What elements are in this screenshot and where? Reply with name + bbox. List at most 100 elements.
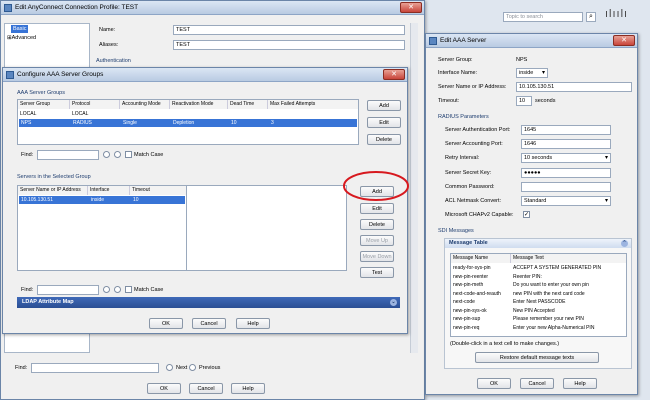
- tree-item-advanced[interactable]: ⊞Advanced: [7, 34, 36, 42]
- main-help-button[interactable]: Help: [231, 383, 265, 394]
- topic-search-input[interactable]: Topic to search: [503, 12, 583, 22]
- column-header: Message Name: [451, 254, 511, 263]
- aaa-groups-close-button[interactable]: ✕: [383, 69, 405, 80]
- groups-find-next-icon[interactable]: [103, 151, 110, 158]
- ip-address-label: Server Name or IP Address:: [438, 84, 507, 90]
- column-header: Timeout: [130, 186, 186, 195]
- groups-find-label: Find:: [21, 152, 34, 158]
- message-table: Message Name Message Text ready-for-sys-pi…: [450, 253, 627, 337]
- previous-arrow-icon[interactable]: [189, 364, 196, 371]
- groups-find-prev-icon[interactable]: [114, 151, 121, 158]
- column-header: Interface: [88, 186, 130, 195]
- name-field[interactable]: TEST: [173, 25, 405, 35]
- table-row[interactable]: [451, 324, 626, 332]
- column-header: Max Failed Attempts: [268, 100, 358, 109]
- auth-port-field[interactable]: 1645: [521, 125, 611, 135]
- table-row[interactable]: [451, 290, 626, 298]
- chapv2-checkbox[interactable]: ✓: [523, 211, 530, 218]
- next-label[interactable]: Next: [176, 365, 187, 371]
- column-header: Message Text: [511, 254, 626, 263]
- aaa-groups-cancel-button[interactable]: Cancel: [192, 318, 226, 329]
- next-arrow-icon[interactable]: [166, 364, 173, 371]
- main-ok-button[interactable]: OK: [147, 383, 181, 394]
- aaa-groups-title: Configure AAA Server Groups: [17, 71, 104, 78]
- table-row-selected[interactable]: 10.105.130.51 inside 10: [19, 196, 185, 204]
- table-row[interactable]: [451, 273, 626, 281]
- message-table-header-bar[interactable]: Message Table ⌃: [445, 239, 631, 248]
- secret-key-label: Server Secret Key:: [445, 170, 492, 176]
- timeout-label: Timeout:: [438, 98, 460, 104]
- aaa-groups-help-button[interactable]: Help: [236, 318, 270, 329]
- main-cancel-button[interactable]: Cancel: [189, 383, 223, 394]
- retry-interval-select[interactable]: 10 seconds: [521, 153, 611, 163]
- secret-key-field[interactable]: ●●●●●: [521, 168, 611, 178]
- edit-aaa-help-button[interactable]: Help: [563, 378, 597, 389]
- acl-netmask-select[interactable]: Standard: [521, 196, 611, 206]
- aliases-field[interactable]: TEST: [173, 40, 405, 50]
- common-password-field[interactable]: [521, 182, 611, 192]
- collapse-chevron-icon[interactable]: ⌃: [621, 240, 628, 247]
- table-cell: 10: [231, 119, 237, 126]
- table-row[interactable]: [451, 315, 626, 323]
- main-find-label: Find:: [15, 365, 28, 371]
- aaa-groups-ok-button[interactable]: OK: [149, 318, 183, 329]
- servers-find-prev-icon[interactable]: [114, 286, 121, 293]
- edit-aaa-cancel-button[interactable]: Cancel: [520, 378, 554, 389]
- server-move-up-button[interactable]: Move Up: [360, 235, 394, 246]
- table-cell: 3: [271, 119, 274, 126]
- edit-aaa-ok-button[interactable]: OK: [477, 378, 511, 389]
- server-group-label: Server Group:: [438, 57, 473, 63]
- servers-find-input[interactable]: [37, 285, 99, 295]
- sdi-messages-section: SDI Messages: [438, 228, 474, 234]
- column-header: Protocol: [70, 100, 120, 109]
- groups-match-case-checkbox[interactable]: [125, 151, 132, 158]
- servers-find-next-icon[interactable]: [103, 286, 110, 293]
- table-row[interactable]: [451, 281, 626, 289]
- server-move-down-button[interactable]: Move Down: [360, 251, 394, 262]
- restore-defaults-button[interactable]: Restore default message texts: [475, 352, 599, 363]
- main-scrollbar[interactable]: [410, 23, 418, 353]
- previous-label[interactable]: Previous: [199, 365, 220, 371]
- message-table-title: Message Table: [449, 240, 488, 246]
- interface-label: Interface Name:: [438, 70, 478, 76]
- dialog-icon: [6, 71, 14, 79]
- table-row[interactable]: [18, 110, 358, 118]
- servers-selected-group-section: Servers in the Selected Group: [17, 174, 91, 180]
- table-row-selected[interactable]: NPS RADIUS Single Depletion 10 3: [19, 118, 357, 127]
- server-test-button[interactable]: Test: [360, 267, 394, 278]
- auth-port-label: Server Authentication Port:: [445, 127, 511, 133]
- group-add-button[interactable]: Add: [367, 100, 401, 111]
- table-row[interactable]: [451, 307, 626, 315]
- table-cell: 10: [133, 197, 139, 203]
- group-edit-button[interactable]: Edit: [367, 117, 401, 128]
- table-cell: inside: [91, 197, 105, 203]
- table-row[interactable]: [451, 264, 626, 272]
- edit-aaa-close-button[interactable]: ✕: [613, 35, 635, 46]
- timeout-field[interactable]: 10: [516, 96, 532, 106]
- acct-port-label: Server Accounting Port:: [445, 141, 503, 147]
- ldap-attribute-map-bar[interactable]: LDAP Attribute Map ⌄: [17, 297, 400, 308]
- server-edit-button[interactable]: Edit: [360, 203, 394, 214]
- interface-select[interactable]: inside: [516, 68, 548, 78]
- search-icon[interactable]: ⌕: [586, 12, 596, 22]
- aaa-server-groups-section: AAA Server Groups: [17, 90, 65, 96]
- server-delete-button[interactable]: Delete: [360, 219, 394, 230]
- main-find-input[interactable]: [31, 363, 159, 373]
- column-header: Dead Time: [228, 100, 268, 109]
- groups-match-case-label: Match Case: [134, 152, 164, 158]
- column-header: Server Name or IP Address: [18, 186, 88, 195]
- groups-find-input[interactable]: [37, 150, 99, 160]
- acct-port-field[interactable]: 1646: [521, 139, 611, 149]
- main-close-button[interactable]: ✕: [400, 2, 422, 13]
- group-delete-button[interactable]: Delete: [367, 134, 401, 145]
- collapse-chevron-icon[interactable]: ⌄: [390, 299, 397, 306]
- radius-parameters-section: RADIUS Parameters: [438, 114, 489, 120]
- servers-match-case-checkbox[interactable]: [125, 286, 132, 293]
- common-password-label: Common Password:: [445, 184, 495, 190]
- table-row[interactable]: [451, 298, 626, 306]
- ip-address-field[interactable]: 10.105.130.51: [516, 82, 632, 92]
- column-header: Reactivation Mode: [170, 100, 228, 109]
- dialog-icon: [429, 37, 437, 45]
- edit-aaa-title: Edit AAA Server: [440, 37, 487, 44]
- tree-item-basic[interactable]: Basic: [11, 25, 29, 33]
